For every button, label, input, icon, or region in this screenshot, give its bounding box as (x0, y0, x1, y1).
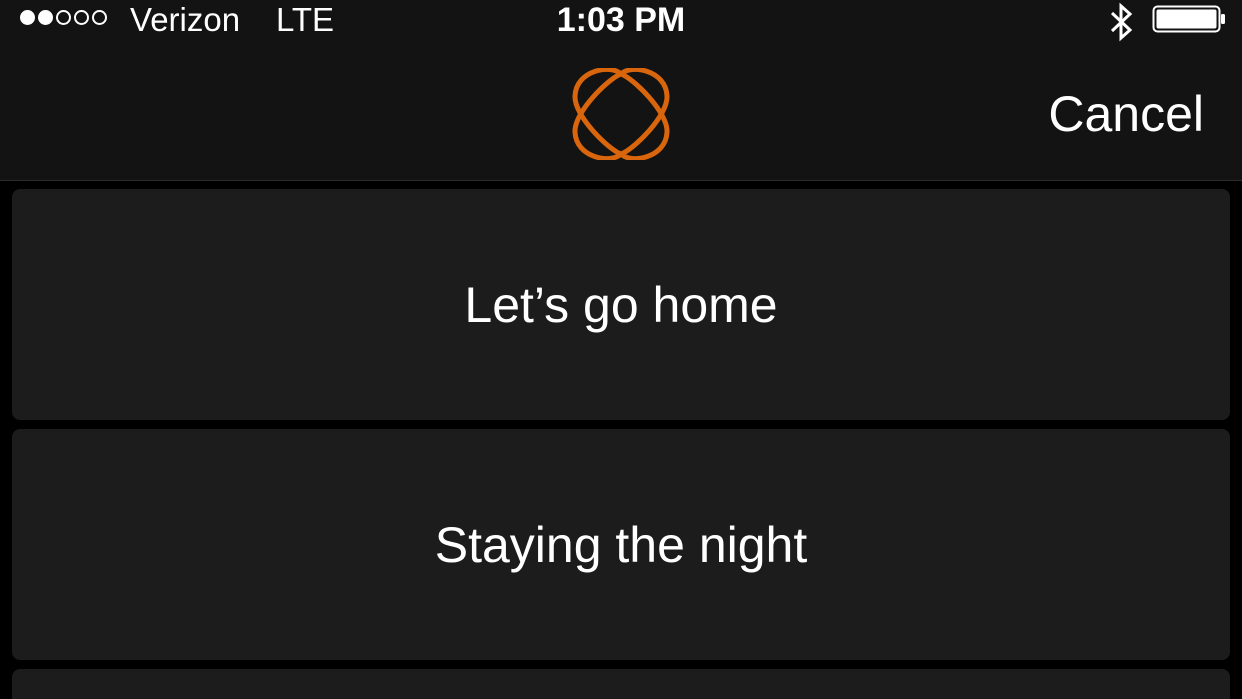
option-lets-go-home[interactable]: Let’s go home (12, 189, 1230, 420)
cancel-button[interactable]: Cancel (1048, 86, 1204, 142)
navigation-bar: Cancel (0, 44, 1242, 181)
battery-full-icon (1152, 5, 1225, 33)
bluetooth-icon (1110, 2, 1133, 42)
option-label: Let’s go home (464, 276, 778, 333)
option-label: Staying the night (434, 516, 808, 573)
option-staying-the-night[interactable]: Staying the night (12, 429, 1230, 660)
status-bar: Verizon LTE 1:03 PM (0, 0, 1242, 44)
status-time: 1:03 PM (556, 1, 686, 39)
option-partial[interactable] (12, 669, 1230, 699)
app-logo-icon (572, 68, 670, 160)
